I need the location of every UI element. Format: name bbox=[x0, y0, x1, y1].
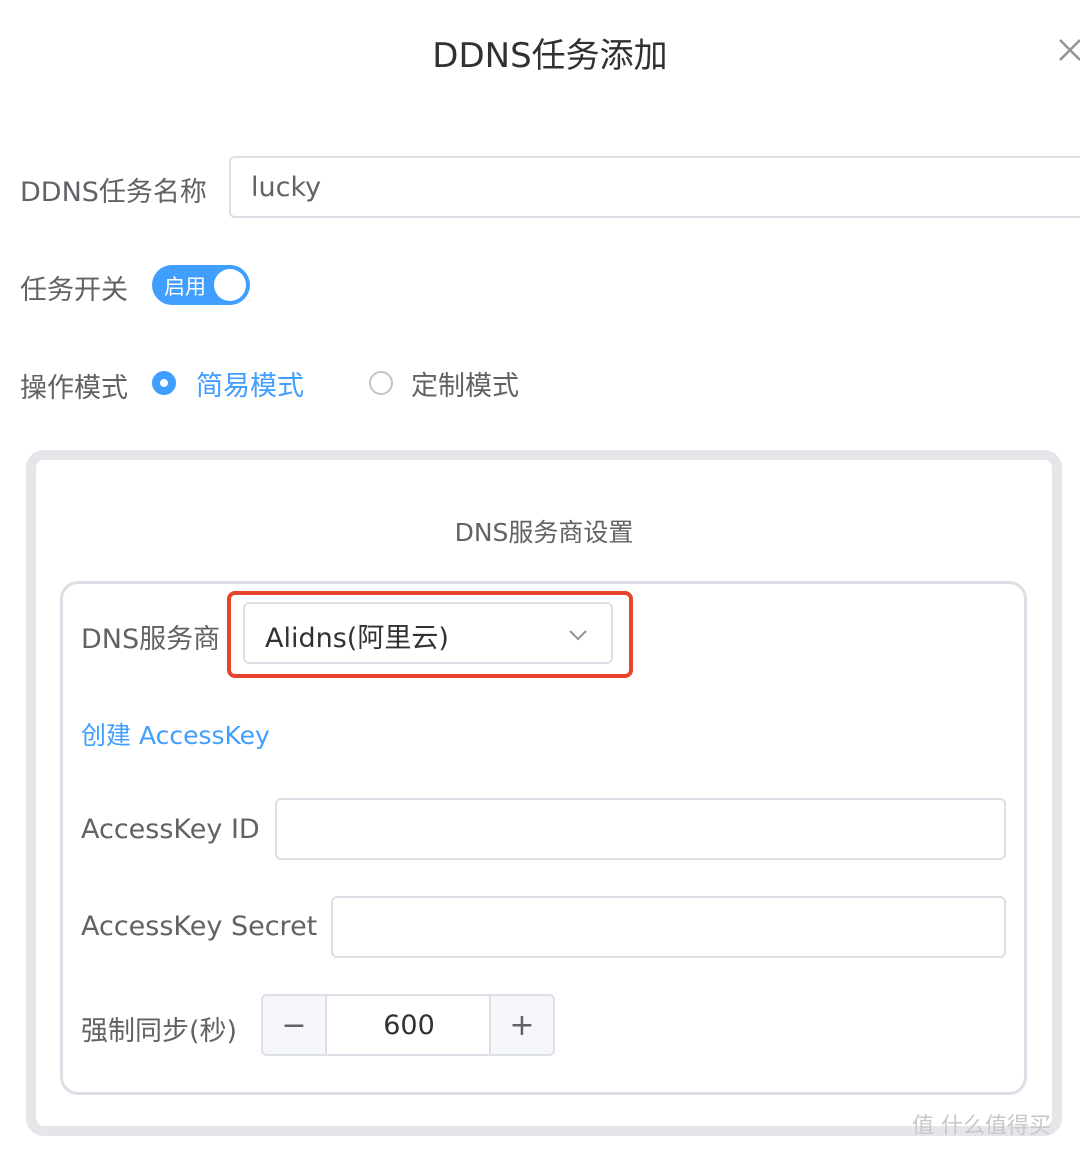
accesskey-secret-input[interactable] bbox=[331, 896, 1006, 958]
radio-checked-icon bbox=[152, 371, 176, 395]
dns-provider-select[interactable]: Alidns(阿里云) bbox=[243, 602, 613, 664]
close-icon[interactable] bbox=[1054, 34, 1080, 66]
dns-provider-label: DNS服务商 bbox=[81, 624, 221, 655]
force-sync-label: 强制同步(秒) bbox=[81, 1016, 238, 1047]
increase-button[interactable]: + bbox=[489, 996, 553, 1054]
watermark: 值 什么值得买 bbox=[912, 1114, 1051, 1139]
dns-section-title: DNS服务商设置 bbox=[454, 518, 634, 547]
radio-custom-label: 定制模式 bbox=[411, 370, 519, 402]
switch-knob bbox=[214, 269, 246, 301]
accesskey-id-label: AccessKey ID bbox=[81, 814, 260, 845]
dns-provider-value: Alidns(阿里云) bbox=[265, 623, 449, 654]
task-name-label: DDNS任务名称 bbox=[20, 177, 207, 208]
radio-custom-mode[interactable]: 定制模式 bbox=[369, 366, 519, 402]
decrease-button[interactable]: − bbox=[263, 996, 327, 1054]
task-switch-toggle[interactable]: 启用 bbox=[152, 265, 250, 305]
mode-label: 操作模式 bbox=[20, 373, 128, 404]
force-sync-value[interactable]: 600 bbox=[327, 996, 491, 1054]
task-name-value: lucky bbox=[251, 171, 322, 203]
dialog-title: DDNS任务添加 bbox=[432, 36, 668, 76]
task-switch-label: 任务开关 bbox=[20, 275, 128, 306]
create-accesskey-link[interactable]: 创建 AccessKey bbox=[81, 716, 270, 752]
chevron-down-icon bbox=[569, 630, 587, 641]
accesskey-secret-label: AccessKey Secret bbox=[81, 911, 318, 942]
radio-simple-label: 简易模式 bbox=[196, 370, 304, 402]
accesskey-id-input[interactable] bbox=[275, 798, 1006, 860]
force-sync-stepper[interactable]: − 600 + bbox=[261, 994, 555, 1056]
switch-on-text: 启用 bbox=[164, 275, 206, 299]
radio-unchecked-icon bbox=[369, 371, 393, 395]
radio-simple-mode[interactable]: 简易模式 bbox=[152, 366, 304, 402]
task-name-input[interactable]: lucky bbox=[229, 156, 1080, 218]
